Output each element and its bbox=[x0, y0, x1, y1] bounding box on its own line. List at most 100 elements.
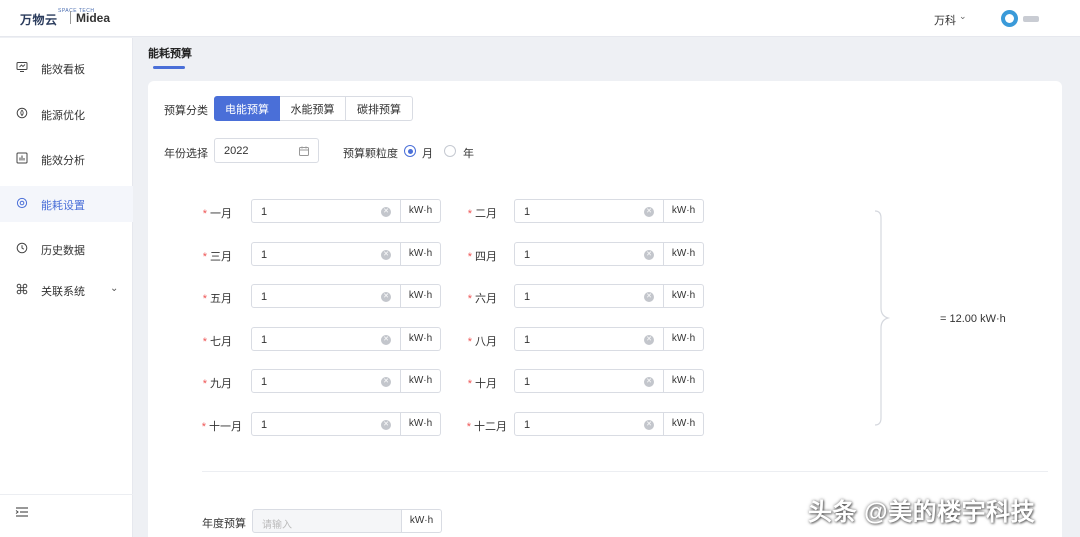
month-label-nov: * 十一月 bbox=[190, 418, 242, 434]
month-input-mar[interactable]: 1 ✕ bbox=[251, 242, 401, 266]
month-input-jan[interactable]: 1 ✕ bbox=[251, 199, 401, 223]
tab-carbon-budget[interactable]: 碳排预算 bbox=[346, 96, 413, 121]
month-label-oct: * 十月 bbox=[455, 375, 497, 391]
midea-logo[interactable]: Midea bbox=[76, 11, 110, 25]
unit-suffix: kW·h bbox=[664, 412, 704, 436]
sidebar-item-label: 能效分析 bbox=[41, 155, 85, 167]
page-title: 能耗预算 bbox=[148, 48, 192, 60]
unit-suffix: kW·h bbox=[401, 412, 441, 436]
month-name: 十月 bbox=[475, 378, 497, 390]
avatar[interactable] bbox=[1001, 10, 1018, 27]
clear-icon[interactable]: ✕ bbox=[644, 250, 654, 260]
user-name[interactable]: 万科 bbox=[934, 12, 956, 28]
month-name: 八月 bbox=[475, 336, 497, 348]
unit-suffix: kW·h bbox=[664, 242, 704, 266]
clear-icon[interactable]: ✕ bbox=[644, 377, 654, 387]
month-input-aug[interactable]: 1 ✕ bbox=[514, 327, 664, 351]
sidebar-item-dashboard[interactable]: 能效看板 bbox=[0, 50, 133, 86]
clear-icon[interactable]: ✕ bbox=[644, 420, 654, 430]
tab-electric-budget[interactable]: 电能预算 bbox=[214, 96, 280, 121]
annual-budget-label: 年度预算 bbox=[202, 518, 246, 530]
unit-suffix: kW·h bbox=[401, 242, 441, 266]
radio-year[interactable] bbox=[444, 145, 456, 157]
unit-suffix: kW·h bbox=[401, 327, 441, 351]
collapse-menu-icon[interactable] bbox=[15, 506, 29, 518]
month-label-jan: * 一月 bbox=[190, 205, 232, 221]
year-picker[interactable]: 2022 bbox=[214, 138, 319, 163]
clear-icon[interactable]: ✕ bbox=[644, 207, 654, 217]
wanwuyun-logo[interactable]: 万物云 SPACE TECH bbox=[20, 8, 94, 28]
radio-month-label[interactable]: 月 bbox=[422, 145, 433, 161]
month-name: 十一月 bbox=[209, 421, 242, 433]
month-input-sep[interactable]: 1 ✕ bbox=[251, 369, 401, 393]
clear-icon[interactable]: ✕ bbox=[644, 335, 654, 345]
required-mark: * bbox=[467, 378, 472, 390]
category-label: 预算分类 bbox=[164, 105, 208, 117]
required-mark: * bbox=[467, 336, 472, 348]
command-icon bbox=[16, 283, 28, 295]
sidebar-item-settings[interactable]: 能耗设置 bbox=[0, 186, 133, 222]
month-label-apr: * 四月 bbox=[455, 248, 497, 264]
watermark: 头条 @美的楼宇科技 bbox=[808, 499, 1036, 526]
sidebar-item-linked-systems[interactable]: 关联系统 ⌄ bbox=[0, 272, 133, 308]
unit-suffix: kW·h bbox=[664, 199, 704, 223]
input-value: 1 bbox=[524, 376, 531, 388]
calendar-icon bbox=[299, 146, 309, 156]
granularity-label: 预算颗粒度 bbox=[343, 148, 398, 160]
section-divider bbox=[202, 471, 1048, 472]
chevron-down-icon[interactable]: ⌄ bbox=[959, 11, 967, 22]
month-name: 四月 bbox=[475, 251, 497, 263]
clear-icon[interactable]: ✕ bbox=[644, 292, 654, 302]
required-mark: * bbox=[467, 293, 472, 305]
clear-icon[interactable]: ✕ bbox=[381, 377, 391, 387]
sidebar-item-history[interactable]: 历史数据 bbox=[0, 231, 133, 267]
clear-icon[interactable]: ✕ bbox=[381, 250, 391, 260]
radio-year-label[interactable]: 年 bbox=[463, 145, 474, 161]
input-value: 1 bbox=[261, 376, 268, 388]
input-value: 1 bbox=[524, 206, 531, 218]
clock-icon bbox=[16, 242, 28, 254]
sidebar-item-label: 能效看板 bbox=[41, 64, 85, 76]
annual-budget-input[interactable]: 请输入 bbox=[252, 509, 402, 533]
month-name: 二月 bbox=[475, 208, 497, 220]
required-mark: * bbox=[202, 251, 207, 263]
annual-budget-placeholder: 请输入 bbox=[262, 520, 292, 531]
page-title-underline bbox=[153, 66, 185, 69]
month-input-feb[interactable]: 1 ✕ bbox=[514, 199, 664, 223]
avatar-name-placeholder bbox=[1023, 16, 1039, 22]
month-label-dec: * 十二月 bbox=[455, 418, 507, 434]
month-label-mar: * 三月 bbox=[190, 248, 232, 264]
input-value: 1 bbox=[261, 249, 268, 261]
required-mark: * bbox=[202, 293, 207, 305]
tab-water-budget[interactable]: 水能预算 bbox=[280, 96, 346, 121]
month-input-apr[interactable]: 1 ✕ bbox=[514, 242, 664, 266]
month-input-jun[interactable]: 1 ✕ bbox=[514, 284, 664, 308]
sidebar-item-analysis[interactable]: 能效分析 bbox=[0, 141, 133, 177]
logo-divider bbox=[70, 11, 71, 24]
monitor-icon bbox=[16, 62, 28, 72]
unit-suffix: kW·h bbox=[664, 284, 704, 308]
clear-icon[interactable]: ✕ bbox=[381, 207, 391, 217]
leaf-icon bbox=[16, 107, 28, 119]
month-input-nov[interactable]: 1 ✕ bbox=[251, 412, 401, 436]
logo-text: 万物云 bbox=[20, 13, 58, 27]
input-value: 1 bbox=[261, 334, 268, 346]
month-label-jul: * 七月 bbox=[190, 333, 232, 349]
sidebar: 能效看板 能源优化 能效分析 能耗设置 历史数据 关联系统 ⌄ bbox=[0, 38, 133, 537]
input-value: 1 bbox=[524, 334, 531, 346]
top-bar: 万物云 SPACE TECH Midea 万科 ⌄ bbox=[0, 0, 1080, 37]
month-input-may[interactable]: 1 ✕ bbox=[251, 284, 401, 308]
sidebar-item-optimize[interactable]: 能源优化 bbox=[0, 96, 133, 132]
input-value: 1 bbox=[261, 291, 268, 303]
clear-icon[interactable]: ✕ bbox=[381, 335, 391, 345]
radio-month[interactable] bbox=[404, 145, 416, 157]
chevron-down-icon[interactable]: ⌄ bbox=[110, 283, 118, 294]
month-input-dec[interactable]: 1 ✕ bbox=[514, 412, 664, 436]
sidebar-item-label: 能耗设置 bbox=[41, 200, 85, 212]
month-input-oct[interactable]: 1 ✕ bbox=[514, 369, 664, 393]
month-label-sep: * 九月 bbox=[190, 375, 232, 391]
input-value: 1 bbox=[524, 249, 531, 261]
clear-icon[interactable]: ✕ bbox=[381, 420, 391, 430]
month-input-jul[interactable]: 1 ✕ bbox=[251, 327, 401, 351]
clear-icon[interactable]: ✕ bbox=[381, 292, 391, 302]
